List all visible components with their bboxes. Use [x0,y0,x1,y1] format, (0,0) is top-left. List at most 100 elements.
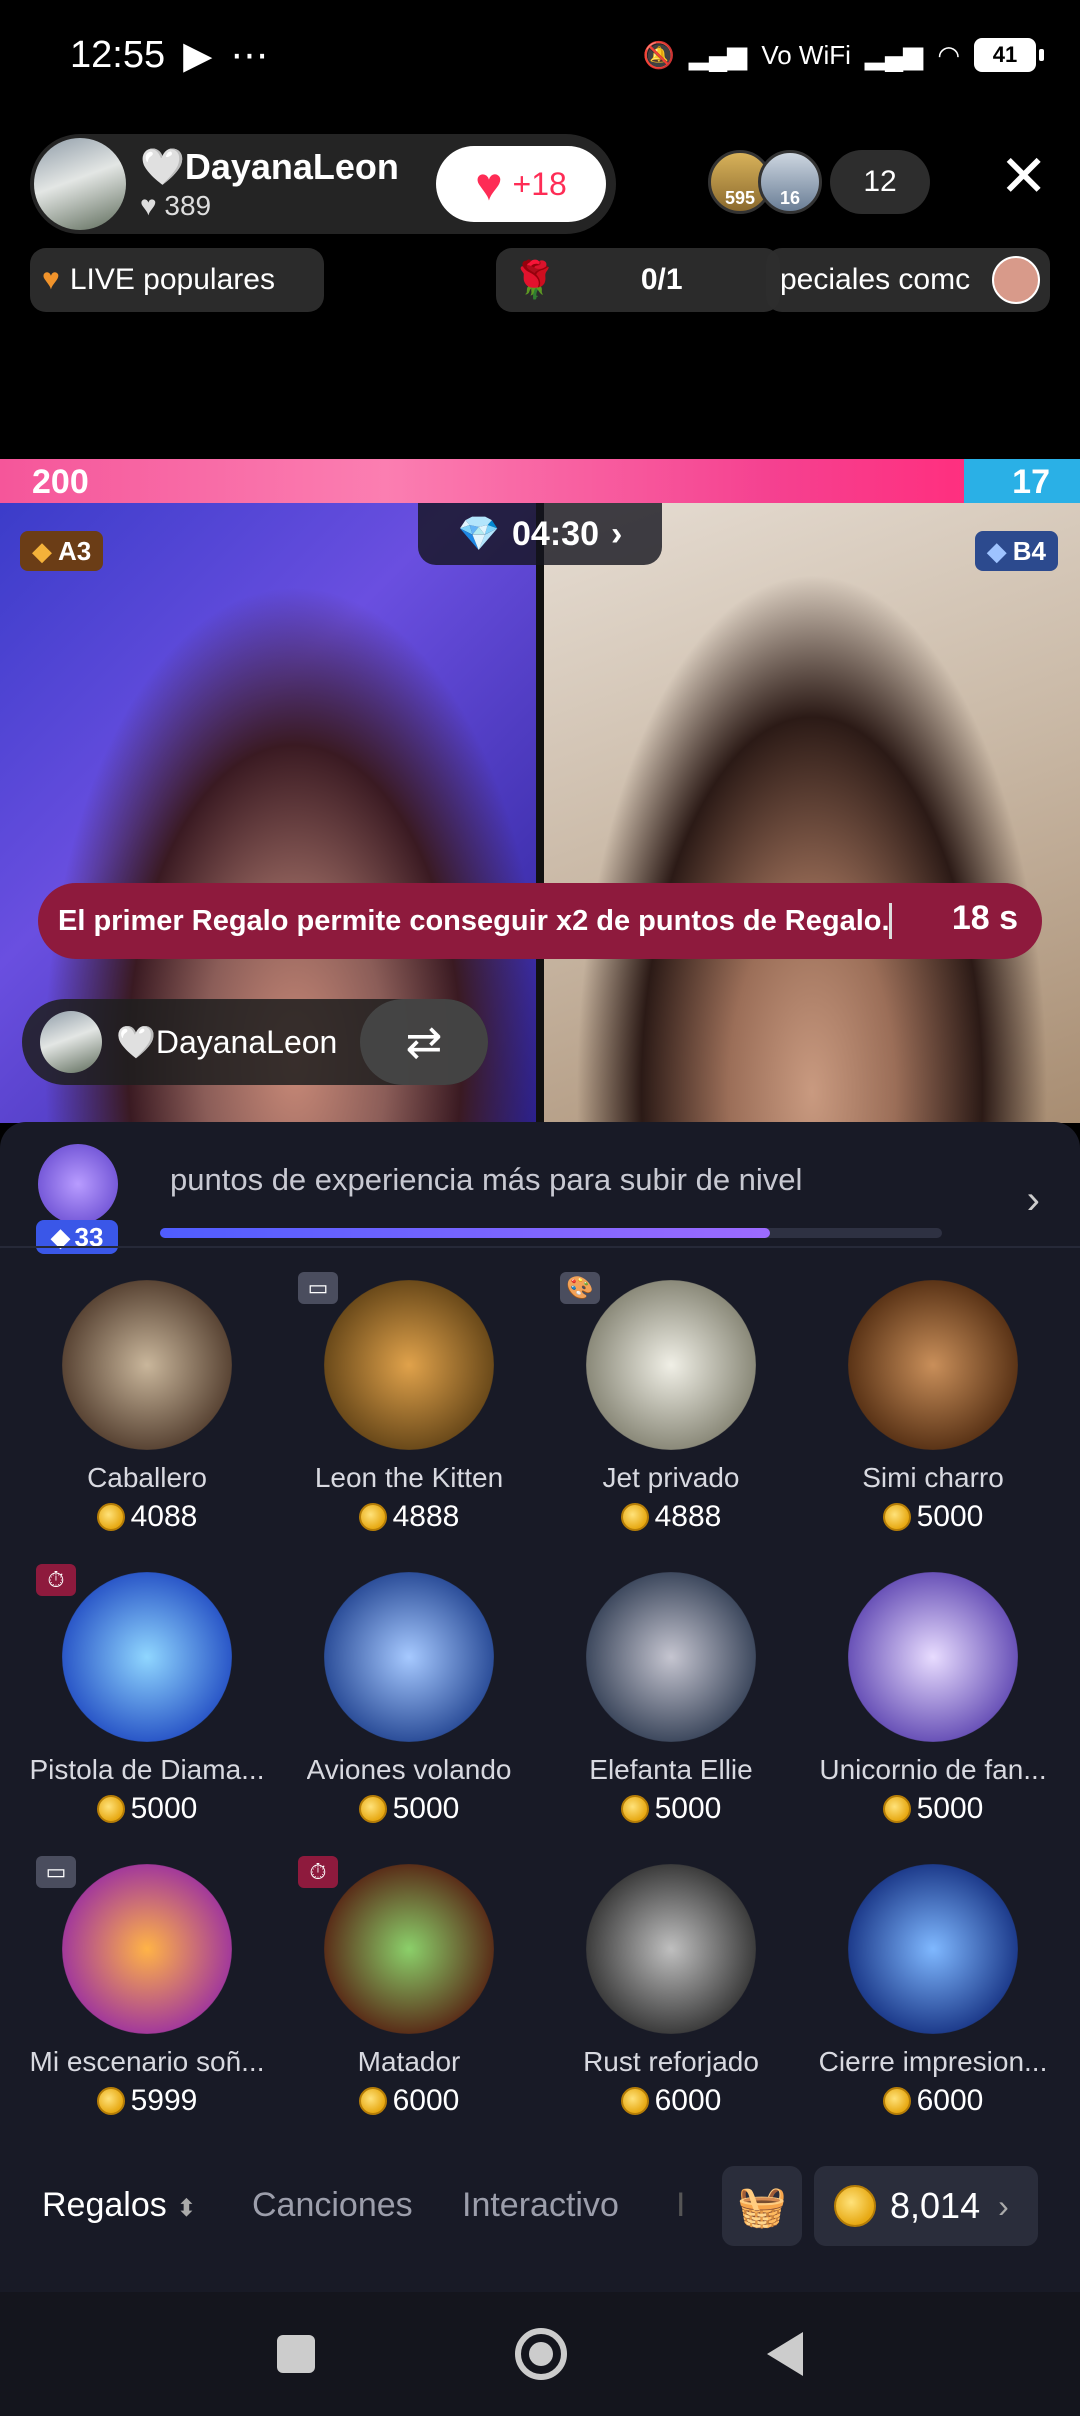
tab-overflow[interactable]: I [676,2186,685,2225]
gift-name: Leon the Kitten [314,1462,504,1493]
live-popular-label: LIVE populares [69,263,275,296]
opponent-video[interactable] [544,503,1080,1123]
battle-videos: ◆ A3 ◆ B4 💎 04:30 › El primer Regalo per… [0,503,1080,1123]
banner-divider [889,903,892,939]
gift-item[interactable]: ⏱ Matador 6000 [278,1856,540,2148]
elephant-icon [586,1572,756,1742]
viewer-count[interactable]: 12 [830,150,930,214]
gift-price-value: 6000 [654,2084,722,2117]
bull-icon [324,1864,494,2034]
home-icon[interactable] [515,2328,567,2380]
level-row[interactable]: ◆ 33 puntos de experiencia más para subi… [0,1144,1080,1254]
banner-text: El primer Regalo permite conseguir x2 de… [58,904,890,937]
follow-button[interactable]: ♥ +18 [436,146,606,222]
host-info-pill[interactable]: 🤍DayanaLeon ♥ 389 ♥ +18 [30,134,616,234]
jet-icon [586,1280,756,1450]
tab-interactivo[interactable]: Interactivo [462,2186,619,2225]
gift-price: 5000 [620,1792,722,1826]
coin-icon [882,2087,911,2115]
gift-price: 5000 [358,1792,459,1826]
coin-icon [358,2087,387,2115]
battle-score-bar: 200 17 [0,459,1080,503]
status-bar: 12:55 ▶ ⋯ 🔕 ▂▄▆ Vo WiFi ▂▄▆ ◠ 41 [0,0,1080,110]
gift-price-value: 5000 [130,1792,198,1825]
gift-item[interactable]: Elefanta Ellie 5000 [540,1564,802,1856]
basket-icon[interactable]: 🧺 [722,2166,802,2246]
gift-item[interactable]: ▭ Mi escenario soñ... 5999 [16,1856,278,2148]
host-likes: ♥ 389 [140,190,212,221]
gift-price: 4888 [358,1500,459,1534]
gift-item[interactable]: Rust reforjado 6000 [540,1856,802,2148]
mute-icon: 🔕 [642,39,675,70]
gift-name: Mi escenario soñ... [29,2046,265,2077]
coin-icon [620,1503,649,1531]
coin-icon [358,1795,387,1823]
swap-icon[interactable]: ⇄ [360,999,488,1085]
back-icon[interactable] [767,2332,803,2376]
robot-icon [586,1864,756,2034]
signal-icon: ▂▄▆ [688,39,748,70]
viewer-badge: 16 [779,188,801,208]
chevron-right-icon[interactable]: › [1027,1178,1040,1223]
timer-tag-icon: ⏱ [298,1856,338,1888]
unicorn-icon [848,1572,1018,1742]
android-nav-bar [0,2292,1080,2416]
gift-price-value: 5000 [654,1792,722,1825]
top-viewers[interactable]: 595 16 12 [708,150,930,214]
gift-item[interactable]: ▭ Leon the Kitten 4888 [278,1272,540,1564]
status-left: 12:55 ▶ ⋯ [70,33,268,78]
gift-price: 6000 [882,2084,983,2118]
viewer-avatar[interactable]: 16 [758,150,822,214]
coin-icon [882,1503,911,1531]
gift-item[interactable]: Aviones volando 5000 [278,1564,540,1856]
special-pill[interactable]: peciales comc [766,248,1050,312]
knight-horse-icon [62,1280,232,1450]
divider [0,1246,1080,1248]
gift-item[interactable]: Caballero 4088 [16,1272,278,1564]
host-info: 🤍DayanaLeon ♥ 389 [140,146,399,222]
recents-icon[interactable] [277,2335,315,2373]
gift-price-value: 4888 [654,1500,722,1533]
close-icon[interactable]: ✕ [999,148,1048,206]
trophy-diamond-icon: 💎 [457,515,501,553]
viewer-badge: 595 [724,188,756,208]
info-pills-row: ♥ LIVE populares 🌹 0/1 peciales comc [30,248,1050,312]
battle-bar-left: 200 [0,459,964,503]
rose-goal-pill[interactable]: 🌹 0/1 [496,248,780,312]
gift-item[interactable]: Cierre impresion... 6000 [802,1856,1064,2148]
level-text: puntos de experiencia más para subir de … [170,1162,803,1197]
gift-item[interactable]: Unicornio de fan... 5000 [802,1564,1064,1856]
tab-canciones[interactable]: Canciones [252,2186,413,2225]
gift-name: Jet privado [602,1462,740,1493]
gift-price-value: 5000 [916,1792,984,1825]
host-avatar[interactable] [34,138,126,230]
gift-item[interactable]: Simi charro 5000 [802,1272,1064,1564]
special-pill-label: peciales comc [780,263,971,296]
level-progress-track [160,1228,942,1238]
score-left: 200 [32,463,89,501]
sort-icon: ⬍ [176,2195,197,2222]
coin-icon [96,2087,125,2115]
gift-name: Simi charro [862,1462,1004,1493]
bonus-banner: El primer Regalo permite conseguir x2 de… [38,883,1042,959]
heart-icon: ♥ [42,263,60,296]
gift-price-value: 5999 [130,2084,198,2117]
host-chip[interactable]: 🤍DayanaLeon ⇄ [22,999,488,1085]
status-right: 🔕 ▂▄▆ Vo WiFi ▂▄▆ ◠ 41 [642,38,1044,72]
gift-name: Matador [357,2046,461,2077]
video-tag-icon: ▭ [298,1272,338,1304]
live-popular-pill[interactable]: ♥ LIVE populares [30,248,324,312]
gift-name: Caballero [87,1462,207,1493]
gift-item[interactable]: ⏱ Pistola de Diama... 5000 [16,1564,278,1856]
battle-timer[interactable]: 💎 04:30 › [418,503,662,565]
rank-badge-left: ◆ A3 [20,531,104,571]
wifi-icon: ◠ [937,39,960,70]
coin-balance-button[interactable]: 8,014 › [814,2166,1038,2246]
gift-item[interactable]: 🎨 Jet privado 4888 [540,1272,802,1564]
gift-name: Pistola de Diama... [29,1754,265,1785]
gift-price: 6000 [358,2084,459,2118]
chevron-right-icon: › [610,514,623,553]
stage-icon [62,1864,232,2034]
tab-regalos[interactable]: Regalos ⬍ [42,2186,196,2225]
timer-tag-icon: ⏱ [36,1564,76,1596]
